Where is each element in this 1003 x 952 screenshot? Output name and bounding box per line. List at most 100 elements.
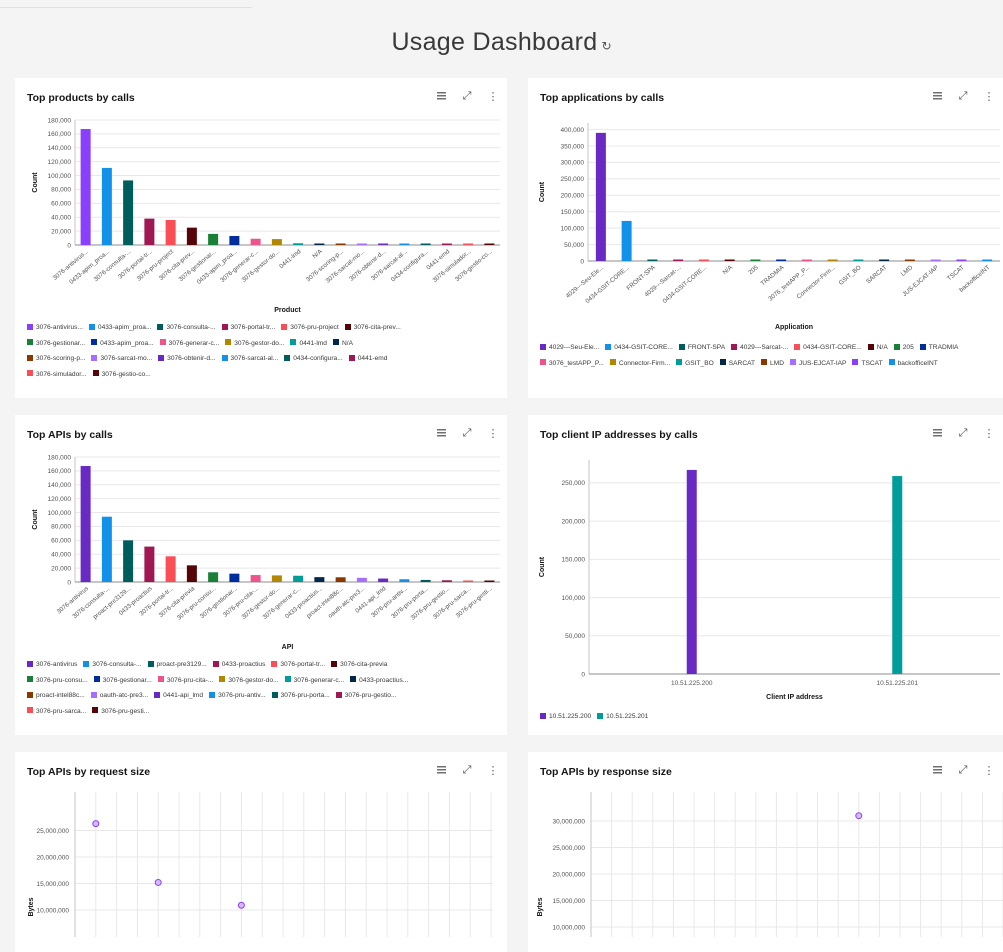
legend-item[interactable]: 3076-sarcat-al... [221,351,278,367]
legend-item[interactable]: 10.51.225.200 [540,709,591,725]
legend-item[interactable]: 3076_testAPP_P... [540,356,604,372]
legend-row: 3076-pru-sarca... 3076-pru-gesti... [27,704,414,720]
legend-item[interactable]: 3076-pru-gesti... [92,704,149,720]
y-tick-label: 100,000 [562,595,586,602]
legend-item[interactable]: 0433-proactius... [350,673,408,689]
legend-item[interactable]: 3076-pru-antiv... [209,688,266,704]
x-tick-label: proact-intel88c... [305,585,345,620]
x-tick-label: 3076-obtenir-d... [348,248,387,283]
legend-item[interactable]: 4029---Sarcat-... [731,340,788,356]
bar [441,580,452,582]
x-axis-title: API [282,644,294,651]
legend-swatch [540,712,546,719]
legend-item[interactable]: 3076-cita-previa [331,657,387,673]
bar [314,243,325,245]
legend-item[interactable]: 0434-GSIT-CORE... [605,340,673,356]
legend-item[interactable]: 3076-scoring-p... [27,351,85,367]
header: Usage Dashboard ↻ [0,28,1003,57]
legend-item[interactable]: 3076-generar-c... [284,673,344,689]
legend-item[interactable]: 3076-gestio-co... [92,367,151,383]
x-tick-label: 3076-consulta-... [93,248,133,283]
legend-item[interactable]: 3076-consulta-... [157,320,216,336]
legend-item[interactable]: 3076-pru-porta... [271,688,330,704]
bar [892,476,903,674]
legend-item[interactable]: Connector-Firm... [609,356,670,372]
legend-item[interactable]: proact-intel88c... [27,688,85,704]
legend-item[interactable]: 0433-proactius [212,657,266,673]
legend-item[interactable]: 3076-pru-project [281,320,339,336]
legend-item[interactable]: 3076-gestor-do... [225,336,284,352]
legend-swatch [221,354,228,361]
legend-item[interactable]: backofficeINT [888,356,938,372]
y-tick-label: 10,000,000 [36,907,69,914]
legend-item[interactable]: 3076-cita-prev... [344,320,401,336]
legend-swatch [678,343,685,350]
legend-item[interactable]: TRADMIA [919,340,958,356]
legend-swatch [27,354,33,361]
scatter-chart: 10,000,000 15,000,000 20,000,000 25,000,000… [537,792,1003,937]
legend-item[interactable]: 3076-pru-gestio... [335,688,396,704]
legend-item[interactable]: FRONT-SPA [678,340,725,356]
y-tick-label: 180,000 [48,454,72,461]
top-divider [0,0,252,8]
legend-item[interactable]: N/A [867,340,888,356]
legend-item[interactable]: 3076-generar-c... [159,336,219,352]
legend-item[interactable]: 3076-pru-consu... [27,673,88,689]
legend-item[interactable]: GSIT_BO [676,356,714,372]
legend-item[interactable]: 3076-consulta-... [83,657,142,673]
legend-item[interactable]: 3076-antivirus... [27,320,83,336]
legend-item[interactable]: SARCAT [719,356,755,372]
legend-item[interactable]: 3076-gestionar... [27,336,85,352]
legend-item[interactable]: 3076-simulador... [27,367,87,383]
legend-item[interactable]: 4029---Seu-Ele... [540,340,599,356]
legend-item[interactable]: proact-pre3129... [147,657,207,673]
legend-item[interactable]: 3076-pru-sarca... [27,704,86,720]
refresh-icon[interactable]: ↻ [601,39,611,53]
legend-item[interactable]: 3076-gestor-do... [219,673,279,689]
legend-label: 3076-pru-sarca... [36,707,87,715]
legend-item[interactable]: 0434-GSIT-CORE... [794,340,862,356]
legend-item[interactable]: LMD [761,356,784,372]
legend-item[interactable]: 0433-apim_proa... [91,336,154,352]
y-tick-label: 20,000,000 [36,854,69,861]
legend-item[interactable]: N/A [332,336,353,352]
legend-swatch [540,343,546,350]
legend-swatch [609,359,616,365]
y-tick-label: 50,000 [565,633,585,640]
legend-item[interactable]: 205 [893,340,914,356]
legend-item[interactable]: 3076-portal-tr... [221,320,275,336]
legend-item[interactable]: 3076-portal-tr... [271,657,325,673]
x-axis-title: Application [775,324,813,331]
legend-label: 3076-simulador... [36,370,87,378]
legend-item[interactable]: 0441-api_lmd [154,688,203,704]
legend-item[interactable]: 3076-obtenir-d... [158,351,216,367]
y-tick-label: 180,000 [48,117,72,124]
y-tick-label: 80,000 [51,187,71,194]
legend-item[interactable]: 0433-apim_proa... [88,320,151,336]
legend-swatch [91,339,98,345]
legend-label: 0433-proactius [221,661,266,668]
legend-item[interactable]: TSCAT [852,356,883,372]
x-tick-label: 10.51.225.200 [671,680,713,687]
bar [314,577,325,582]
legend-label: 4029---Seu-Ele... [549,344,600,351]
legend-item[interactable]: 0441-lmd [290,336,327,352]
legend-item[interactable]: JUS-EJCAT-IAP [789,356,846,372]
legend-item[interactable]: 0441-emd [348,351,387,367]
legend-label: 3076-pru-cita-... [166,676,214,684]
legend-label: 3076-consulta-... [92,661,142,668]
legend-swatch [789,359,796,365]
legend-item[interactable]: oauth-atc-pre3... [90,688,148,704]
legend-swatch [93,676,100,682]
legend-item[interactable]: 3076-pru-cita-... [157,673,214,689]
legend-item[interactable]: 0434-configura... [284,351,343,367]
y-tick-label: 15,000,000 [36,881,69,888]
legend-item[interactable]: 10.51.225.201 [597,709,648,725]
tile-top-apis-request-size: Top APIs by request size ⤢ ⋮ 10,000,000 15… [15,752,507,952]
bar [673,259,684,261]
chart-legend: 10.51.225.200 10.51.225.201 [540,709,654,725]
legend-row: 3076-antivirus... 0433-apim_proa... 3076-c… [27,320,407,336]
legend-item[interactable]: 3076-antivirus [27,657,77,673]
legend-item[interactable]: 3076-gestionar... [93,673,152,689]
legend-item[interactable]: 3076-sarcat-mo... [91,351,152,367]
